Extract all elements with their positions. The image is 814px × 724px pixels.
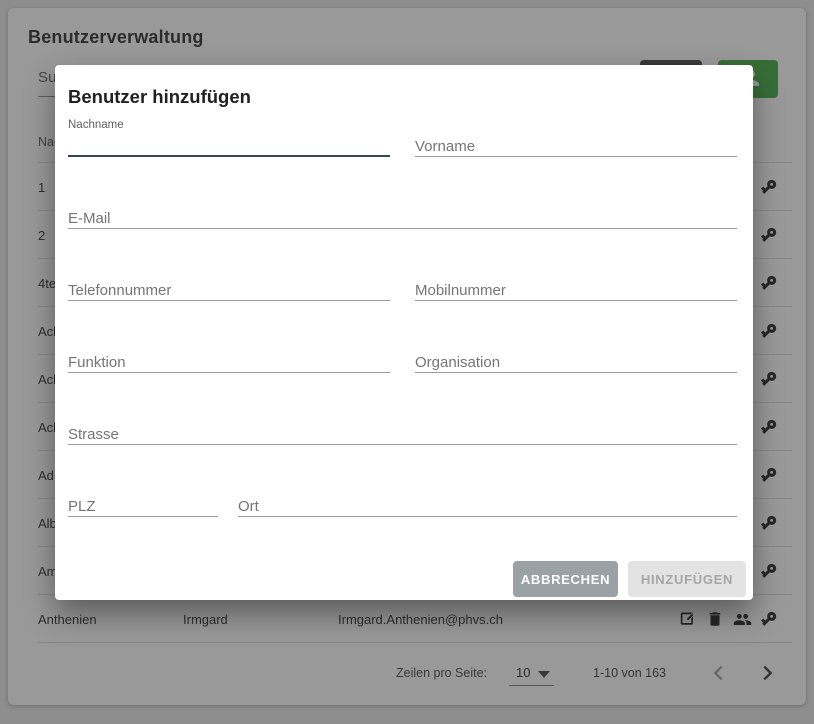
email-label: E-Mail bbox=[68, 210, 111, 227]
dialog-title: Benutzer hinzufügen bbox=[68, 86, 251, 108]
telefonnummer-underline bbox=[68, 300, 390, 301]
strasse-underline bbox=[68, 444, 737, 445]
plz-underline bbox=[68, 516, 218, 517]
ort-underline bbox=[238, 516, 737, 517]
submit-button[interactable]: HINZUFÜGEN bbox=[628, 561, 746, 597]
cancel-button[interactable]: ABBRECHEN bbox=[513, 561, 618, 597]
nachname-label: Nachname bbox=[68, 119, 124, 131]
vorname-underline bbox=[415, 156, 737, 157]
ort-label: Ort bbox=[238, 498, 259, 515]
organisation-label: Organisation bbox=[415, 354, 500, 371]
add-user-dialog: Benutzer hinzufügen Nachname Vorname E-M… bbox=[55, 65, 753, 600]
plz-label: PLZ bbox=[68, 498, 96, 515]
vorname-label: Vorname bbox=[415, 138, 475, 155]
email-underline bbox=[68, 228, 737, 229]
telefonnummer-label: Telefonnummer bbox=[68, 282, 171, 299]
nachname-underline bbox=[68, 155, 390, 157]
mobilnummer-label: Mobilnummer bbox=[415, 282, 506, 299]
strasse-label: Strasse bbox=[68, 426, 119, 443]
funktion-label: Funktion bbox=[68, 354, 126, 371]
funktion-underline bbox=[68, 372, 390, 373]
organisation-underline bbox=[415, 372, 737, 373]
mobilnummer-underline bbox=[415, 300, 737, 301]
